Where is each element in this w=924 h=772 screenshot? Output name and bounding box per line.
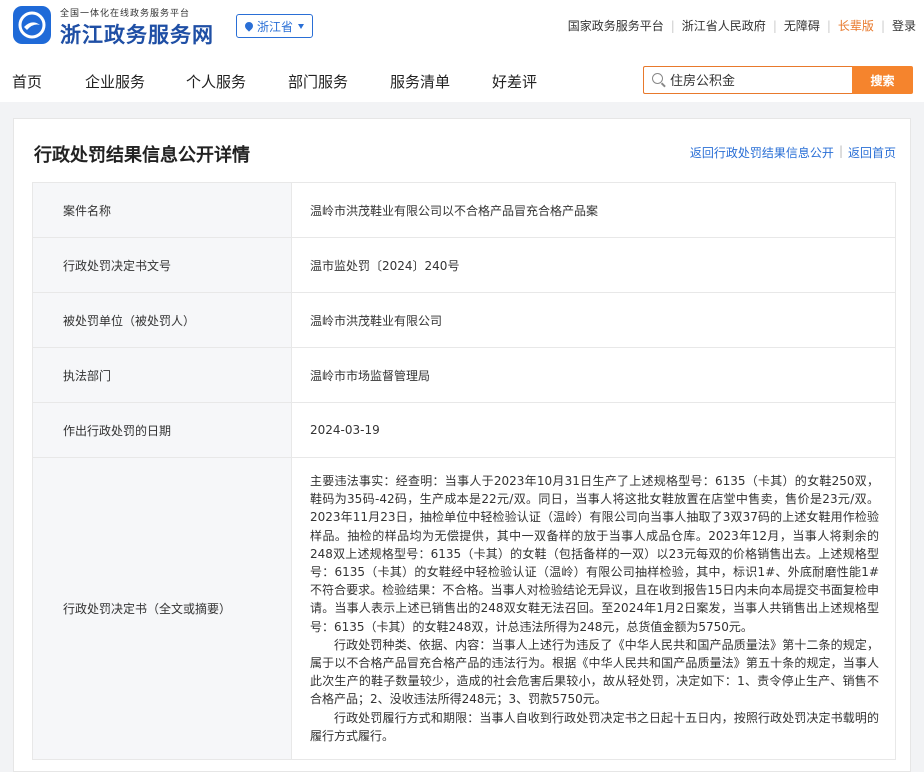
nav-enterprise[interactable]: 企业服务 (85, 71, 145, 92)
search-input[interactable] (670, 71, 850, 91)
page-title: 行政处罚结果信息公开详情 (34, 145, 250, 166)
nav-evaluation[interactable]: 好差评 (492, 71, 537, 92)
table-row: 被处罚单位（被处罚人） 温岭市洪茂鞋业有限公司 (32, 292, 896, 348)
location-pin-icon (243, 20, 255, 32)
table-row: 行政处罚决定书文号 温市监处罚〔2024〕240号 (32, 237, 896, 293)
link-login[interactable]: 登录 (892, 17, 916, 34)
logo-title[interactable]: 浙江政务服务网 (60, 19, 214, 49)
chevron-down-icon (298, 23, 304, 29)
nav-personal[interactable]: 个人服务 (186, 71, 246, 92)
search-button[interactable]: 搜索 (852, 66, 913, 94)
row-value: 温岭市市场监督管理局 (291, 347, 896, 403)
row-label: 作出行政处罚的日期 (32, 402, 292, 458)
logo-icon[interactable] (13, 6, 51, 44)
row-label: 行政处罚决定书（全文或摘要） (32, 456, 292, 761)
row-value: 2024-03-19 (291, 402, 896, 458)
divider: | (826, 18, 831, 33)
table-row: 行政处罚决定书（全文或摘要） 主要违法事实：经查明：当事人于2023年10月31… (32, 456, 896, 761)
row-value: 温市监处罚〔2024〕240号 (291, 237, 896, 293)
link-national-platform[interactable]: 国家政务服务平台 (568, 17, 664, 34)
link-provincial-government[interactable]: 浙江省人民政府 (682, 17, 766, 34)
row-label: 被处罚单位（被处罚人） (32, 292, 292, 348)
link-elder-mode[interactable]: 长辈版 (838, 17, 874, 34)
divider: | (880, 18, 885, 33)
divider: | (838, 144, 843, 158)
row-label: 执法部门 (32, 347, 292, 403)
table-row: 执法部门 温岭市市场监督管理局 (32, 347, 896, 403)
search-icon (652, 73, 663, 84)
table-row: 案件名称 温岭市洪茂鞋业有限公司以不合格产品冒充合格产品案 (32, 182, 896, 238)
nav-department[interactable]: 部门服务 (288, 71, 348, 92)
region-label: 浙江省 (256, 19, 293, 34)
row-value: 温岭市洪茂鞋业有限公司 (291, 292, 896, 348)
decision-paragraph: 行政处罚种类、依据、内容：当事人上述行为违反了《中华人民共和国产品质量法》第十二… (310, 637, 879, 707)
region-selector[interactable]: 浙江省 (236, 14, 313, 38)
back-home-link[interactable]: 返回首页 (848, 144, 896, 161)
decision-paragraph: 主要违法事实：经查明：当事人于2023年10月31日生产了上述规格型号：6135… (310, 474, 879, 634)
top-links: 国家政务服务平台 | 浙江省人民政府 | 无障碍 | 长辈版 | 登录 (568, 17, 916, 34)
decision-paragraph: 行政处罚履行方式和期限：当事人自收到行政处罚决定书之日起十五日内，按照行政处罚决… (310, 710, 879, 743)
nav-service-list[interactable]: 服务清单 (390, 71, 450, 92)
search-box (643, 66, 855, 94)
top-header: 全国一体化在线政务服务平台 浙江政务服务网 浙江省 国家政务服务平台 | 浙江省… (0, 0, 924, 60)
detail-table: 案件名称 温岭市洪茂鞋业有限公司以不合格产品冒充合格产品案 行政处罚决定书文号 … (32, 182, 896, 761)
divider: | (670, 18, 675, 33)
decision-text: 主要违法事实：经查明：当事人于2023年10月31日生产了上述规格型号：6135… (291, 456, 896, 761)
detail-panel: 行政处罚结果信息公开详情 返回行政处罚结果信息公开 | 返回首页 案件名称 温岭… (13, 118, 911, 772)
divider: | (772, 18, 777, 33)
row-value: 温岭市洪茂鞋业有限公司以不合格产品冒充合格产品案 (291, 182, 896, 238)
nav-home[interactable]: 首页 (12, 71, 42, 92)
page-links: 返回行政处罚结果信息公开 | 返回首页 (690, 144, 896, 161)
back-to-list-link[interactable]: 返回行政处罚结果信息公开 (690, 144, 834, 161)
row-label: 案件名称 (32, 182, 292, 238)
link-accessibility[interactable]: 无障碍 (784, 17, 820, 34)
table-row: 作出行政处罚的日期 2024-03-19 (32, 402, 896, 458)
logo-subtitle: 全国一体化在线政务服务平台 (60, 9, 191, 19)
row-label: 行政处罚决定书文号 (32, 237, 292, 293)
